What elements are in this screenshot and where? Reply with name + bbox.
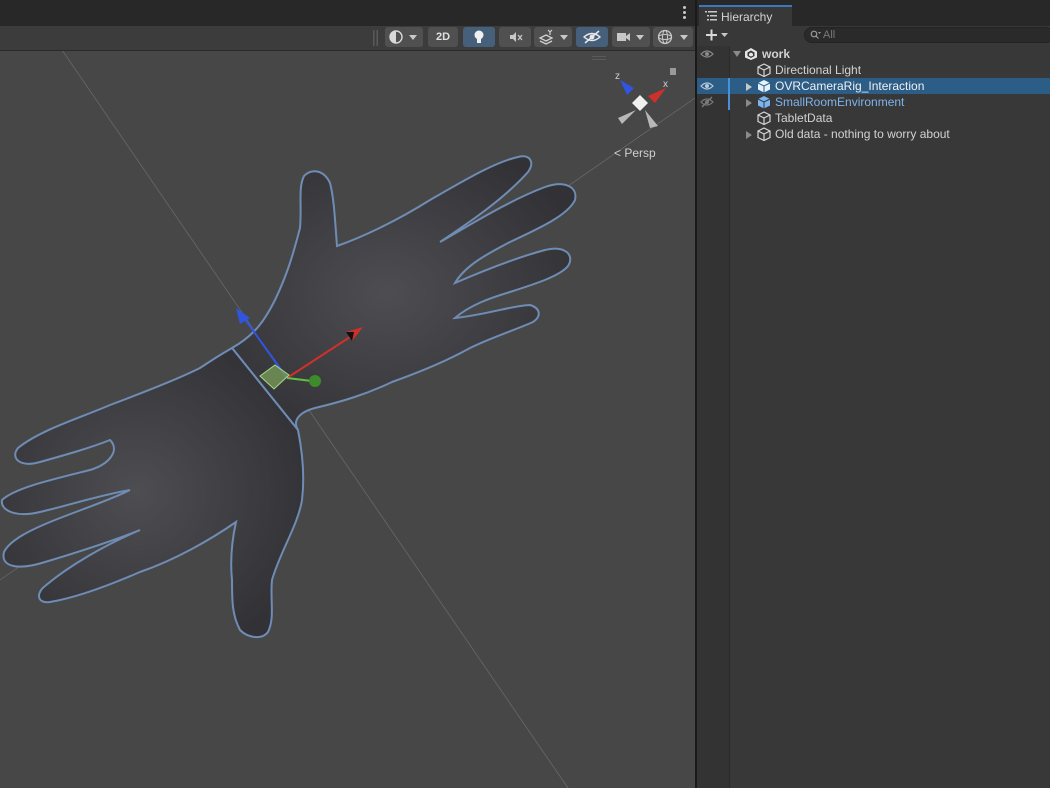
hierarchy-item-label: TabletData xyxy=(775,111,833,125)
hierarchy-item-label: OVRCameraRig_Interaction xyxy=(775,79,925,93)
2d-mode-button[interactable]: 2D xyxy=(428,27,458,47)
gizmo-z-cone xyxy=(620,80,634,95)
eye-hidden-icon[interactable] xyxy=(699,95,715,109)
lighting-icon xyxy=(474,30,484,43)
add-object-button[interactable] xyxy=(703,27,731,44)
hierarchy-item-label: Old data - nothing to worry about xyxy=(775,127,950,141)
hierarchy-item-ovrcamerarig-interaction[interactable]: OVRCameraRig_Interaction xyxy=(697,78,1050,94)
more-options-icon[interactable] xyxy=(683,6,687,20)
effects-icon xyxy=(538,29,568,45)
scene-view: 2D z x < Persp xyxy=(0,0,695,788)
search-icon xyxy=(810,30,821,39)
audio-toggle[interactable] xyxy=(499,27,531,47)
axis-z-label: z xyxy=(615,71,620,82)
hidden-objects-icon xyxy=(582,30,602,44)
transform-axis-y-handle xyxy=(309,375,321,387)
scene-visibility-toggle[interactable] xyxy=(576,27,608,47)
gameobject-cube-icon xyxy=(757,63,771,77)
override-indicator xyxy=(728,94,730,110)
gameobject-cube-icon xyxy=(757,127,771,141)
scene-tab-bar xyxy=(0,0,695,26)
scene-render xyxy=(0,51,695,788)
hierarchy-panel: Hierarchy All work Directional Light OVR… xyxy=(697,0,1050,788)
effects-dropdown[interactable] xyxy=(534,27,572,47)
collapsed-arrow-icon[interactable] xyxy=(745,130,753,140)
collapsed-arrow-icon[interactable] xyxy=(745,98,753,108)
hierarchy-item-label: SmallRoomEnvironment xyxy=(775,95,905,109)
scene-viewport[interactable]: z x < Persp xyxy=(0,51,695,788)
shading-mode-dropdown[interactable] xyxy=(385,27,423,47)
orientation-gizmo[interactable]: z x xyxy=(606,62,686,132)
hand-mesh-right xyxy=(230,155,577,431)
camera-settings-dropdown[interactable] xyxy=(612,27,650,47)
search-input[interactable] xyxy=(823,28,1043,42)
hierarchy-search[interactable] xyxy=(804,27,1050,43)
shading-mode-icon xyxy=(389,30,417,44)
override-indicator xyxy=(728,78,730,94)
gizmo-drag-handle-icon[interactable] xyxy=(592,56,608,62)
scene-toolbar: 2D xyxy=(0,26,695,51)
scene-row-work[interactable]: work xyxy=(697,46,1050,62)
tab-hierarchy[interactable]: Hierarchy xyxy=(699,5,792,26)
hierarchy-item-label: Directional Light xyxy=(775,63,862,77)
eye-icon[interactable] xyxy=(699,47,715,61)
projection-label: Persp xyxy=(624,146,656,160)
expand-arrow-icon[interactable] xyxy=(732,50,742,58)
unity-scene-icon xyxy=(745,48,757,60)
hierarchy-item-directional-light[interactable]: Directional Light xyxy=(697,62,1050,78)
hierarchy-item-smallroomenvironment[interactable]: SmallRoomEnvironment xyxy=(697,94,1050,110)
hierarchy-item-tabletdata[interactable]: TabletData xyxy=(697,110,1050,126)
projection-arrow-icon: < xyxy=(614,146,622,160)
prefab-cube-icon xyxy=(757,80,771,93)
gizmos-dropdown[interactable] xyxy=(653,27,693,47)
lighting-toggle[interactable] xyxy=(463,27,495,47)
gizmo-x-cone xyxy=(648,88,666,103)
toolbar-drag-handle-icon[interactable] xyxy=(373,30,379,46)
audio-mute-icon xyxy=(510,32,523,42)
scene-name: work xyxy=(762,47,791,61)
hand-mesh-left xyxy=(0,346,305,638)
hierarchy-toolbar xyxy=(697,26,1050,46)
eye-icon[interactable] xyxy=(699,79,715,93)
hierarchy-list-icon xyxy=(705,11,717,21)
gizmos-icon xyxy=(657,29,688,45)
collapsed-arrow-icon[interactable] xyxy=(745,82,753,92)
hierarchy-item-old-data[interactable]: Old data - nothing to worry about xyxy=(697,126,1050,142)
projection-toggle[interactable]: < Persp xyxy=(614,146,656,160)
visibility-column xyxy=(697,46,730,788)
2d-mode-label: 2D xyxy=(435,31,451,43)
hierarchy-tab-bar: Hierarchy xyxy=(697,0,1050,26)
tab-hierarchy-label: Hierarchy xyxy=(721,10,773,24)
camera-icon xyxy=(617,33,644,41)
prefab-cube-icon xyxy=(757,96,771,109)
gameobject-cube-icon xyxy=(757,111,771,125)
